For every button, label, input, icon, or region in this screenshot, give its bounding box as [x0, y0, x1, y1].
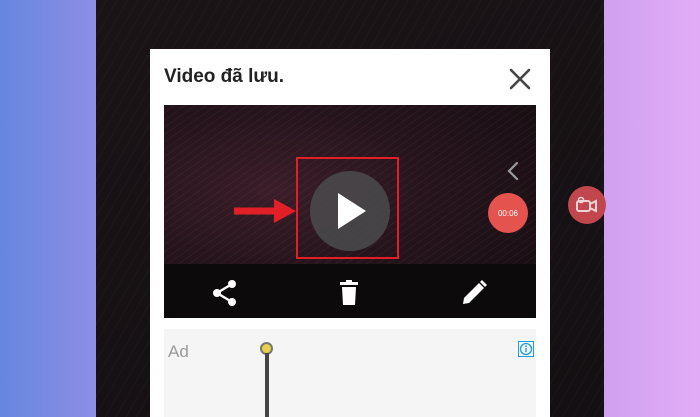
- arrow-right-icon: [234, 199, 296, 223]
- ad-banner[interactable]: Ad: [164, 329, 536, 417]
- floating-record-button[interactable]: [568, 186, 606, 224]
- ad-info-button[interactable]: [518, 341, 534, 357]
- trash-icon: [340, 280, 358, 305]
- ad-label: Ad: [168, 342, 189, 361]
- share-icon: [213, 280, 236, 306]
- close-icon: [509, 68, 531, 90]
- ad-image-pole: [265, 353, 269, 417]
- right-background: [604, 0, 700, 417]
- close-button[interactable]: [507, 66, 533, 92]
- delete-button[interactable]: [334, 278, 364, 308]
- chevron-left-icon: [507, 161, 519, 181]
- dialog-title: Video đã lưu.: [164, 66, 285, 87]
- video-preview[interactable]: 00:06: [164, 105, 536, 318]
- left-background: [0, 0, 96, 417]
- collapse-button[interactable]: [506, 160, 520, 187]
- info-icon: [519, 342, 533, 356]
- recording-timer-badge[interactable]: 00:06: [488, 193, 528, 233]
- play-highlight-box: [296, 157, 399, 259]
- share-button[interactable]: [210, 278, 240, 308]
- video-camera-icon: [576, 196, 597, 213]
- timer-text: 00:06: [497, 208, 519, 218]
- saved-video-dialog: Video đã lưu. 00:06 Ad: [150, 49, 550, 417]
- edit-button[interactable]: [459, 278, 489, 308]
- pencil-icon: [463, 280, 487, 304]
- video-actions-bar: [164, 268, 536, 318]
- red-arrow-annotation: [234, 197, 298, 230]
